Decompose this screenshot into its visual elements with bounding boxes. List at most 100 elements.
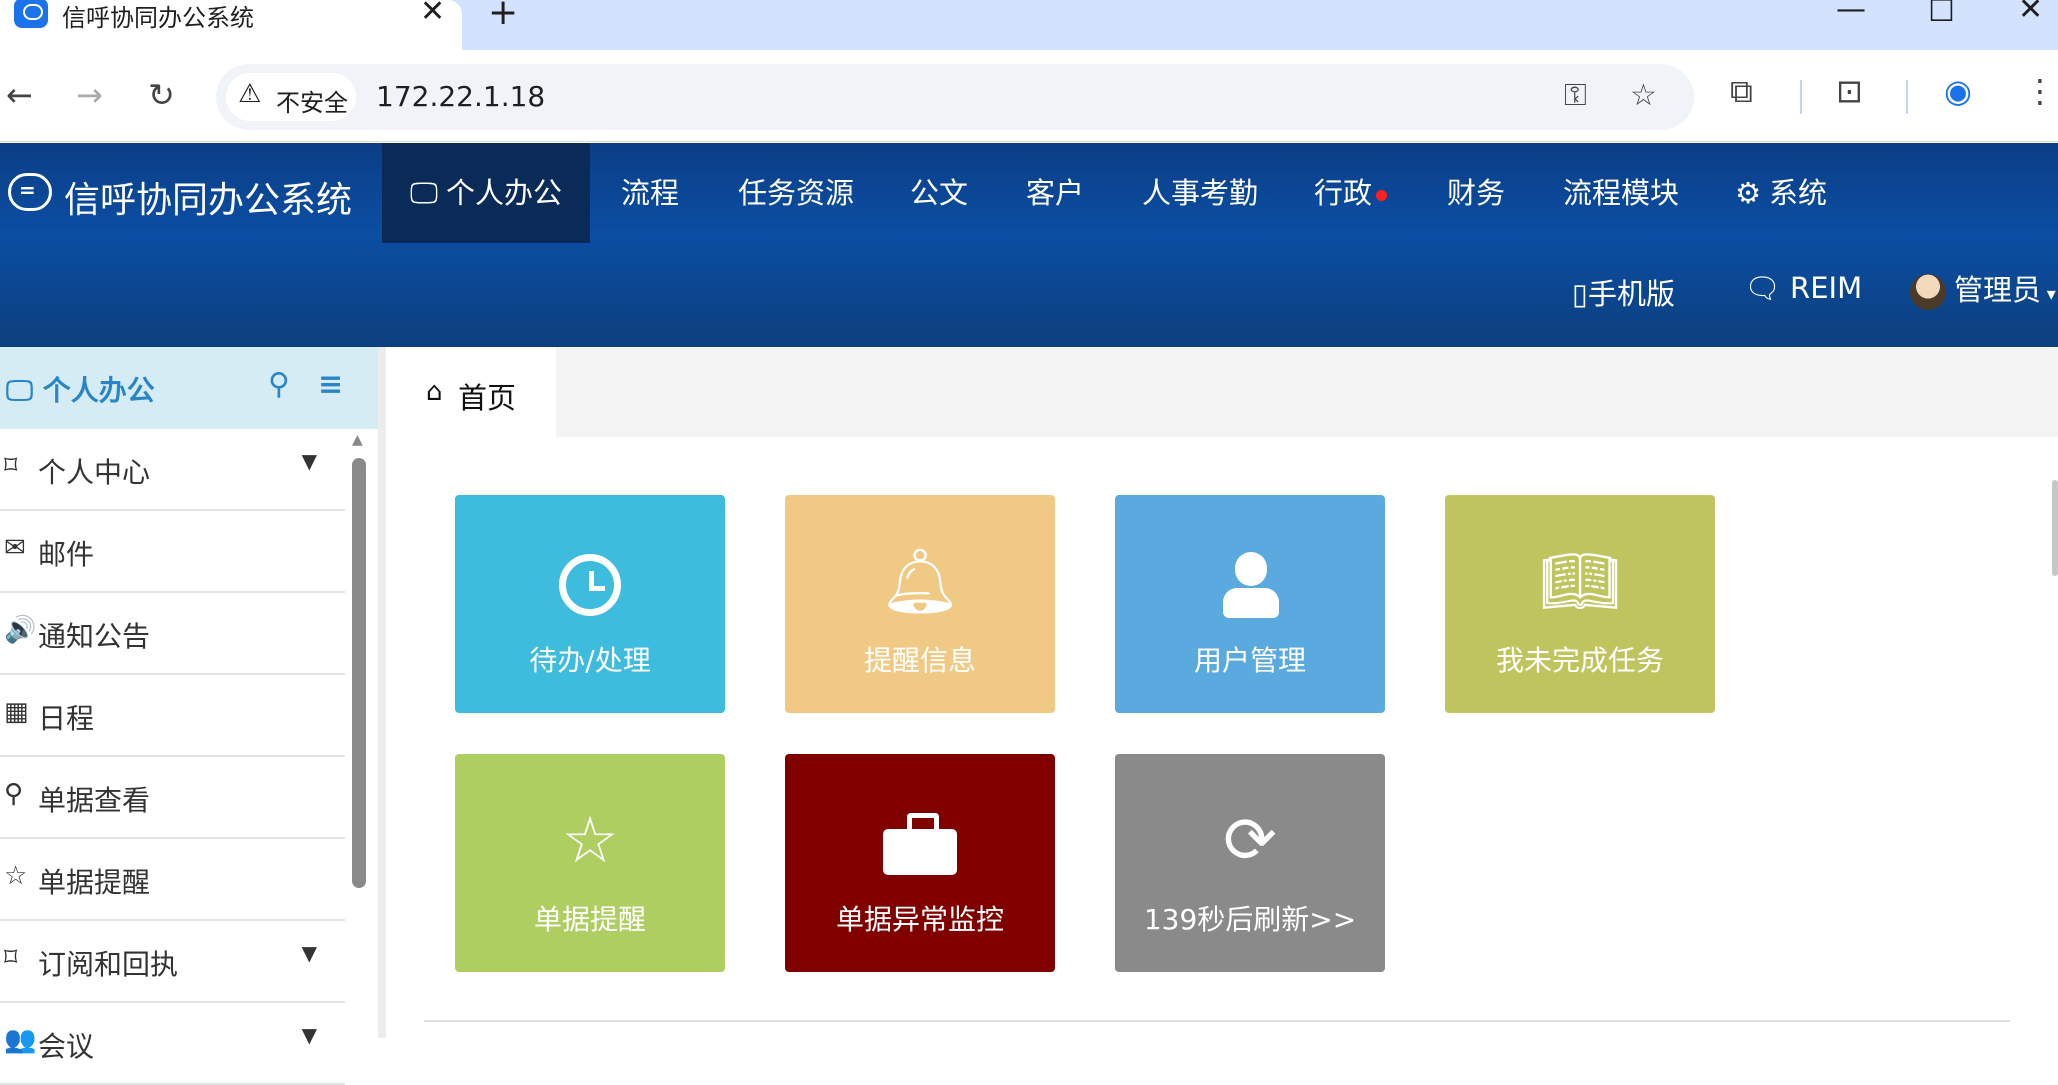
reim-link[interactable]: 🗨 REIM [1744,271,1862,306]
menu-label: 流程模块 [1563,176,1680,210]
sidebar-item-meetings[interactable]: 👥 会议 ▼ [0,1003,345,1085]
bell-icon: 🔔︎ [879,545,961,619]
user-name: 管理员 [1954,273,2042,307]
bookmark-icon: ⌑ [4,943,18,973]
tile-label: 139秒后刷新>> [1143,903,1357,936]
menu-personal-office[interactable]: 🖵 个人办公 [382,143,590,243]
sidebar-item-subscriptions[interactable]: ⌑ 订阅和回执 ▼ [0,921,345,1003]
sidebar-item-label: 通知公告 [38,620,151,653]
search-icon[interactable]: ⚲ [268,367,290,402]
menu-documents[interactable]: 公文 [882,143,996,243]
search-icon: ⚲ [4,779,24,809]
book-icon: 📖︎ [1539,545,1621,619]
user-menu[interactable]: 管理员 ▾ [1910,267,2056,310]
window-close-button[interactable]: ✕ [2018,0,2043,27]
caret-down-icon: ▾ [2041,284,2056,305]
menu-workflow-modules[interactable]: 流程模块 [1535,143,1707,243]
scrollbar-thumb[interactable] [352,458,366,888]
menu-label: 流程 [621,176,680,210]
menu-administration[interactable]: 行政 [1286,143,1415,243]
tab-home[interactable]: ⌂ 首页 [386,347,556,437]
tile-label: 我未完成任务 [1495,644,1664,677]
clock-icon [455,547,725,617]
gear-icon: ⚙ [1735,176,1761,210]
maximize-button[interactable]: ☐ [1928,0,1955,29]
app-header: 信呼协同办公系统 🖵个人办公 流程 任务资源 公文 客户 人事考勤 行政 财务 … [0,143,2058,347]
browser-toolbar: ← → ↻ ⚠ 不安全 172.22.1.18 ⚿ ☆ ⧉ ⊡ ◉ ⋮ [0,50,2058,142]
content-divider [424,1020,2010,1022]
chat-logo-icon [8,173,52,211]
browser-tab-strip: 信呼协同办公系统 ✕ + — ☐ ✕ [0,0,2058,50]
sidebar-divider[interactable] [378,347,386,1038]
sidebar-item-document-reminders[interactable]: ☆ 单据提醒 [0,839,345,921]
menu-customers[interactable]: 客户 [998,143,1112,243]
forward-button[interactable]: → [76,76,103,114]
menu-label: 公文 [910,176,969,210]
menu-hr-attendance[interactable]: 人事考勤 [1114,143,1286,243]
refresh-icon: ⟳ [1223,804,1277,878]
sidebar-scrollbar[interactable]: ▲ [351,432,367,1038]
tile-user-management[interactable]: 用户管理 [1115,495,1385,713]
url-text[interactable]: 172.22.1.18 [376,80,545,113]
sidebar-item-label: 单据查看 [38,784,151,817]
mobile-icon: ▯ [1572,277,1588,311]
page-scrollbar-thumb[interactable] [2052,480,2058,576]
tile-refresh-countdown[interactable]: ⟳ 139秒后刷新>> [1115,754,1385,972]
sidebar-item-schedule[interactable]: ▦ 日程 [0,675,345,757]
sidebar-item-announcements[interactable]: 🔊 通知公告 [0,593,345,675]
tile-unfinished-tasks[interactable]: 📖︎ 我未完成任务 [1445,495,1715,713]
tile-label: 单据提醒 [533,903,646,936]
profile-icon[interactable]: ◉ [1944,72,1972,110]
more-menu-icon[interactable]: ⋮ [2024,72,2056,110]
security-chip[interactable]: ⚠ 不安全 [226,73,356,121]
tile-pending-tasks[interactable]: 待办/处理 [455,495,725,713]
menu-finance[interactable]: 财务 [1419,143,1533,243]
warning-icon: ⚠ [238,79,262,109]
reim-label: REIM [1790,271,1863,305]
caret-down-icon: ▼ [301,1023,317,1047]
key-icon[interactable]: ⚿ [1564,78,1587,113]
tab-home-label: 首页 [458,381,517,415]
star-icon[interactable]: ☆ [1630,78,1657,113]
tab-search-icon[interactable]: ⊡ [1836,72,1863,110]
mobile-label: 手机版 [1587,277,1675,311]
chat-bubbles-icon: 🗨 [1744,271,1781,305]
monitor-icon: 🖵 [6,374,43,407]
extensions-icon[interactable]: ⧉ [1730,72,1753,111]
sidebar-item-label: 个人中心 [38,456,151,489]
avatar [1910,274,1946,310]
user-icon [1115,547,1385,619]
new-tab-button[interactable]: + [488,0,518,33]
menu-workflow[interactable]: 流程 [593,143,707,243]
sidebar-item-personal-center[interactable]: ⌑ 个人中心 ▼ [0,429,345,511]
menu-label: 人事考勤 [1142,176,1259,210]
menu-tasks-resources[interactable]: 任务资源 [710,143,882,243]
menu-system[interactable]: ⚙ 系统 [1707,143,1855,243]
home-icon: ⌂ [426,377,443,407]
sidebar-item-view-documents[interactable]: ⚲ 单据查看 [0,757,345,839]
tile-reminders[interactable]: 🔔︎ 提醒信息 [785,495,1055,713]
sidebar-item-label: 单据提醒 [38,866,151,899]
sidebar-item-label: 会议 [38,1030,95,1063]
scroll-up-arrow-icon[interactable]: ▲ [352,432,363,448]
notification-dot [1376,189,1388,201]
tile-label: 用户管理 [1193,644,1306,677]
tile-document-anomaly-monitor[interactable]: 单据异常监控 [785,754,1055,972]
tab-close-icon[interactable]: ✕ [420,0,445,29]
minimize-button[interactable]: — [1836,0,1866,27]
chat-favicon-icon [14,0,48,28]
star-icon: ☆ [561,804,619,878]
hamburger-menu-icon[interactable]: ≡ [318,367,343,402]
back-button[interactable]: ← [6,76,33,114]
sidebar-item-mail[interactable]: ✉ 邮件 [0,511,345,593]
tile-document-reminders[interactable]: ☆ 单据提醒 [455,754,725,972]
reload-button[interactable]: ↻ [148,76,175,114]
menu-label: 系统 [1769,176,1828,210]
users-icon: 👥 [4,1025,37,1055]
menu-label: 个人办公 [445,176,562,210]
browser-tab[interactable]: 信呼协同办公系统 ✕ [0,0,462,50]
mobile-version-link[interactable]: ▯手机版 [1572,271,1675,313]
monitor-icon: 🖵 [410,176,438,210]
address-bar[interactable]: ⚠ 不安全 172.22.1.18 ⚿ ☆ [216,64,1694,130]
main-tab-bar: ⌂ 首页 [386,347,2058,437]
